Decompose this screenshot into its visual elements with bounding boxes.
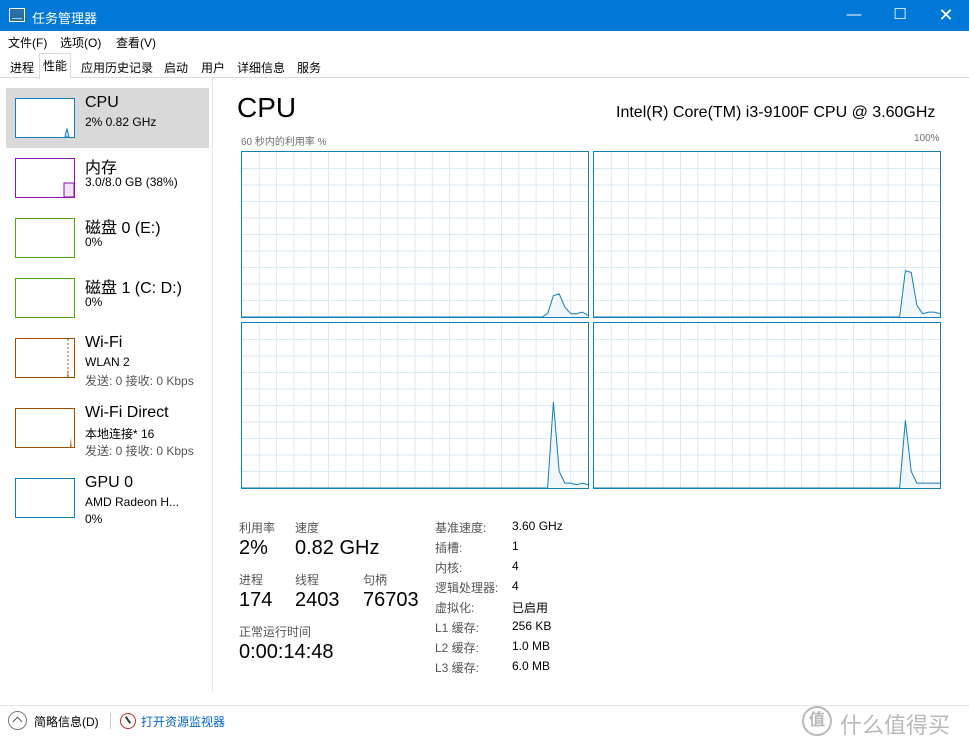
detail-value: 已启用 <box>512 601 549 615</box>
processes-value: 174 <box>239 589 273 611</box>
watermark-logo-icon: 值 <box>802 706 832 736</box>
fewer-details-button[interactable]: 简略信息(D) <box>34 713 99 730</box>
speed-value: 0.82 GHz <box>295 537 380 559</box>
sidebar-item-name: Wi-Fi <box>85 334 123 351</box>
detail-value: 1 <box>512 539 519 553</box>
sidebar-item-throughput: 发送: 0 接收: 0 Kbps <box>85 444 194 458</box>
detail-key: L2 缓存: <box>435 641 480 655</box>
resource-monitor-icon[interactable] <box>120 713 136 729</box>
menu-bar: 文件(F) 选项(O) 查看(V) <box>0 31 969 52</box>
sidebar-item-throughput: 发送: 0 接收: 0 Kbps <box>85 374 194 388</box>
threads-label: 线程 <box>295 573 320 587</box>
detail-key: 虚拟化: <box>435 601 475 615</box>
detail-key: 插槽: <box>435 541 463 555</box>
cpu-model-name: Intel(R) Core(TM) i3-9100F CPU @ 3.60GHz <box>616 104 936 121</box>
close-button[interactable]: ✕ <box>923 0 969 31</box>
detail-value: 3.60 GHz <box>512 519 563 533</box>
tab-bar: 进程 性能 应用历史记录 启动 用户 详细信息 服务 <box>0 52 969 79</box>
cpu-core-0-graph[interactable] <box>241 151 589 318</box>
resource-sidebar: CPU 2% 0.82 GHz 内存 3.0/8.0 GB (38%) 磁盘 0… <box>0 78 213 692</box>
tab-performance[interactable]: 性能 <box>39 53 72 79</box>
tab-services[interactable]: 服务 <box>293 55 325 78</box>
sidebar-item-name: CPU <box>85 94 119 111</box>
handles-value: 76703 <box>363 589 419 611</box>
utilization-label: 利用率 <box>239 521 276 535</box>
graph-caption: 60 秒内的利用率 % <box>241 137 327 148</box>
disk-0-mini-graph <box>15 218 75 258</box>
tab-startup[interactable]: 启动 <box>160 55 192 78</box>
tab-users[interactable]: 用户 <box>197 55 229 78</box>
sidebar-item-disk-1[interactable]: 磁盘 1 (C: D:) 0% <box>6 268 209 328</box>
sidebar-item-memory[interactable]: 内存 3.0/8.0 GB (38%) <box>6 148 209 208</box>
sidebar-item-wifi-direct[interactable]: Wi-Fi Direct 本地连接* 16 发送: 0 接收: 0 Kbps <box>6 398 209 458</box>
detail-value: 256 KB <box>512 619 552 633</box>
minimize-button[interactable]: — <box>831 0 877 31</box>
core-1-chart <box>594 152 940 317</box>
detail-key: 逻辑处理器: <box>435 581 499 595</box>
chevron-up-icon[interactable] <box>8 711 27 730</box>
footer-divider <box>110 713 111 729</box>
cpu-core-2-graph[interactable] <box>241 322 589 489</box>
threads-value: 2403 <box>295 589 340 611</box>
utilization-value: 2% <box>239 537 268 559</box>
sidebar-item-detail: 0% <box>85 295 103 309</box>
handles-label: 句柄 <box>363 573 388 587</box>
sidebar-item-detail: WLAN 2 <box>85 355 130 369</box>
speed-label: 速度 <box>295 521 320 535</box>
detail-value: 1.0 MB <box>512 639 551 653</box>
sidebar-item-detail: 2% 0.82 GHz <box>85 115 157 129</box>
detail-key: L3 缓存: <box>435 661 480 675</box>
page-title: CPU <box>237 92 297 123</box>
core-2-chart <box>242 323 588 488</box>
graph-max-label: 100% <box>914 133 940 144</box>
uptime-value: 0:00:14:48 <box>239 641 334 663</box>
sidebar-item-detail: 本地连接* 16 <box>85 427 155 441</box>
core-3-chart <box>594 323 940 488</box>
menu-options[interactable]: 选项(O) <box>60 34 101 51</box>
tab-processes[interactable]: 进程 <box>6 55 38 78</box>
core-0-chart <box>242 152 588 317</box>
sidebar-item-wifi[interactable]: Wi-Fi WLAN 2 发送: 0 接收: 0 Kbps <box>6 328 209 388</box>
cpu-core-1-graph[interactable] <box>593 151 941 318</box>
detail-key: 内核: <box>435 561 463 575</box>
title-bar[interactable]: 任务管理器 — ☐ ✕ <box>0 0 969 31</box>
wifi-direct-mini-graph <box>15 408 75 448</box>
tab-details[interactable]: 详细信息 <box>233 55 289 78</box>
menu-file[interactable]: 文件(F) <box>8 34 47 51</box>
sidebar-item-detail: AMD Radeon H... <box>85 495 180 509</box>
detail-value: 4 <box>512 559 519 573</box>
wifi-mini-graph <box>15 338 75 378</box>
detail-key: L1 缓存: <box>435 621 480 635</box>
cpu-mini-graph <box>15 98 75 138</box>
sidebar-item-name: GPU 0 <box>85 474 134 491</box>
maximize-button[interactable]: ☐ <box>877 0 923 31</box>
detail-value: 4 <box>512 579 519 593</box>
cpu-core-3-graph[interactable] <box>593 322 941 489</box>
tab-app-history[interactable]: 应用历史记录 <box>77 55 157 78</box>
window-title: 任务管理器 <box>32 11 98 26</box>
sidebar-item-cpu[interactable]: CPU 2% 0.82 GHz <box>6 88 209 148</box>
menu-view[interactable]: 查看(V) <box>116 34 156 51</box>
sidebar-item-gpu[interactable]: GPU 0 AMD Radeon H... 0% <box>6 468 209 528</box>
disk-1-mini-graph <box>15 278 75 318</box>
sidebar-item-name: Wi-Fi Direct <box>85 404 169 421</box>
detail-value: 6.0 MB <box>512 659 551 673</box>
processes-label: 进程 <box>239 573 264 587</box>
sidebar-item-detail: 0% <box>85 235 103 249</box>
watermark-text: 什么值得买 <box>840 713 951 738</box>
sidebar-item-detail: 3.0/8.0 GB (38%) <box>85 175 178 189</box>
sidebar-item-usage: 0% <box>85 512 103 526</box>
memory-mini-graph <box>15 158 75 198</box>
task-manager-icon <box>9 8 25 22</box>
open-resource-monitor-link[interactable]: 打开资源监视器 <box>141 713 225 730</box>
sidebar-item-disk-0[interactable]: 磁盘 0 (E:) 0% <box>6 208 209 268</box>
detail-key: 基准速度: <box>435 521 487 535</box>
uptime-label: 正常运行时间 <box>239 625 312 639</box>
gpu-mini-graph <box>15 478 75 518</box>
